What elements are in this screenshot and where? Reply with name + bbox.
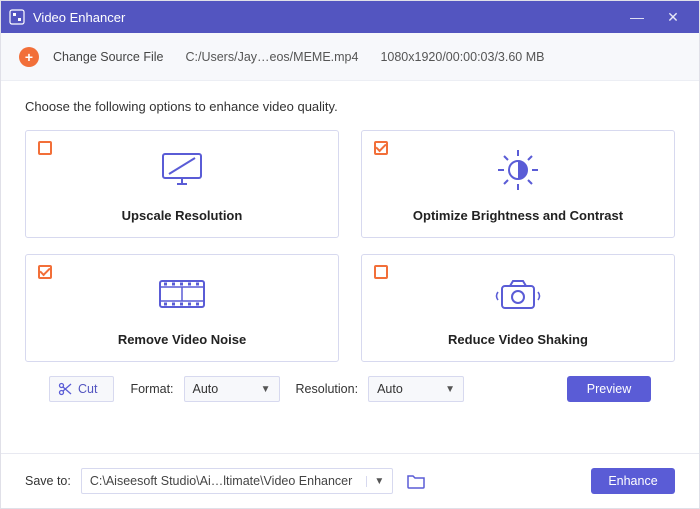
checkbox-brightness[interactable] bbox=[374, 141, 388, 155]
monitor-icon bbox=[157, 131, 207, 208]
save-path-field[interactable]: C:\Aiseesoft Studio\Ai…ltimate\Video Enh… bbox=[81, 468, 393, 494]
resolution-value: Auto bbox=[377, 382, 403, 396]
close-button[interactable]: ✕ bbox=[655, 9, 691, 26]
save-path-dropdown[interactable]: ▼ bbox=[366, 476, 392, 487]
content-area: Choose the following options to enhance … bbox=[1, 81, 699, 439]
prompt-text: Choose the following options to enhance … bbox=[25, 99, 675, 114]
format-value: Auto bbox=[193, 382, 219, 396]
plus-icon: + bbox=[19, 47, 39, 67]
app-icon bbox=[9, 9, 25, 25]
format-label: Format: bbox=[130, 382, 173, 396]
save-bar: Save to: C:\Aiseesoft Studio\Ai…ltimate\… bbox=[1, 454, 699, 508]
checkbox-denoise[interactable] bbox=[38, 265, 52, 279]
scissors-icon bbox=[58, 382, 72, 396]
option-upscale-resolution[interactable]: Upscale Resolution bbox=[25, 130, 339, 238]
camera-shake-icon bbox=[492, 255, 544, 332]
preview-button[interactable]: Preview bbox=[567, 376, 651, 402]
cut-button[interactable]: Cut bbox=[49, 376, 114, 402]
source-bar: + Change Source File C:/Users/Jay…eos/ME… bbox=[1, 33, 699, 81]
chevron-down-icon: ▼ bbox=[261, 384, 271, 395]
titlebar: Video Enhancer — ✕ bbox=[1, 1, 699, 33]
save-to-label: Save to: bbox=[25, 474, 71, 488]
checkbox-stabilize[interactable] bbox=[374, 265, 388, 279]
option-label: Upscale Resolution bbox=[122, 208, 243, 223]
brightness-icon bbox=[495, 131, 541, 208]
chevron-down-icon: ▼ bbox=[445, 384, 455, 395]
change-source-button[interactable]: Change Source File bbox=[53, 50, 163, 64]
enhance-button[interactable]: Enhance bbox=[591, 468, 675, 494]
options-grid: Upscale Resolution Optimize Brightness a… bbox=[25, 130, 675, 362]
app-window: Video Enhancer — ✕ + Change Source File … bbox=[0, 0, 700, 509]
resolution-label: Resolution: bbox=[296, 382, 359, 396]
minimize-button[interactable]: — bbox=[619, 9, 655, 25]
source-path: C:/Users/Jay…eos/MEME.mp4 bbox=[185, 50, 358, 64]
open-folder-button[interactable] bbox=[403, 468, 429, 494]
option-optimize-brightness[interactable]: Optimize Brightness and Contrast bbox=[361, 130, 675, 238]
cut-label: Cut bbox=[78, 382, 97, 396]
save-path-text: C:\Aiseesoft Studio\Ai…ltimate\Video Enh… bbox=[82, 474, 366, 488]
resolution-select[interactable]: Auto ▼ bbox=[368, 376, 464, 402]
source-meta: 1080x1920/00:00:03/3.60 MB bbox=[380, 50, 544, 64]
filmstrip-icon bbox=[155, 255, 209, 332]
format-select[interactable]: Auto ▼ bbox=[184, 376, 280, 402]
option-label: Optimize Brightness and Contrast bbox=[413, 208, 623, 223]
app-title: Video Enhancer bbox=[33, 10, 125, 25]
option-label: Remove Video Noise bbox=[118, 332, 246, 347]
option-label: Reduce Video Shaking bbox=[448, 332, 588, 347]
checkbox-upscale[interactable] bbox=[38, 141, 52, 155]
option-reduce-shaking[interactable]: Reduce Video Shaking bbox=[361, 254, 675, 362]
folder-icon bbox=[407, 473, 425, 489]
controls-bar: Cut Format: Auto ▼ Resolution: Auto ▼ Pr… bbox=[25, 362, 675, 402]
option-remove-noise[interactable]: Remove Video Noise bbox=[25, 254, 339, 362]
